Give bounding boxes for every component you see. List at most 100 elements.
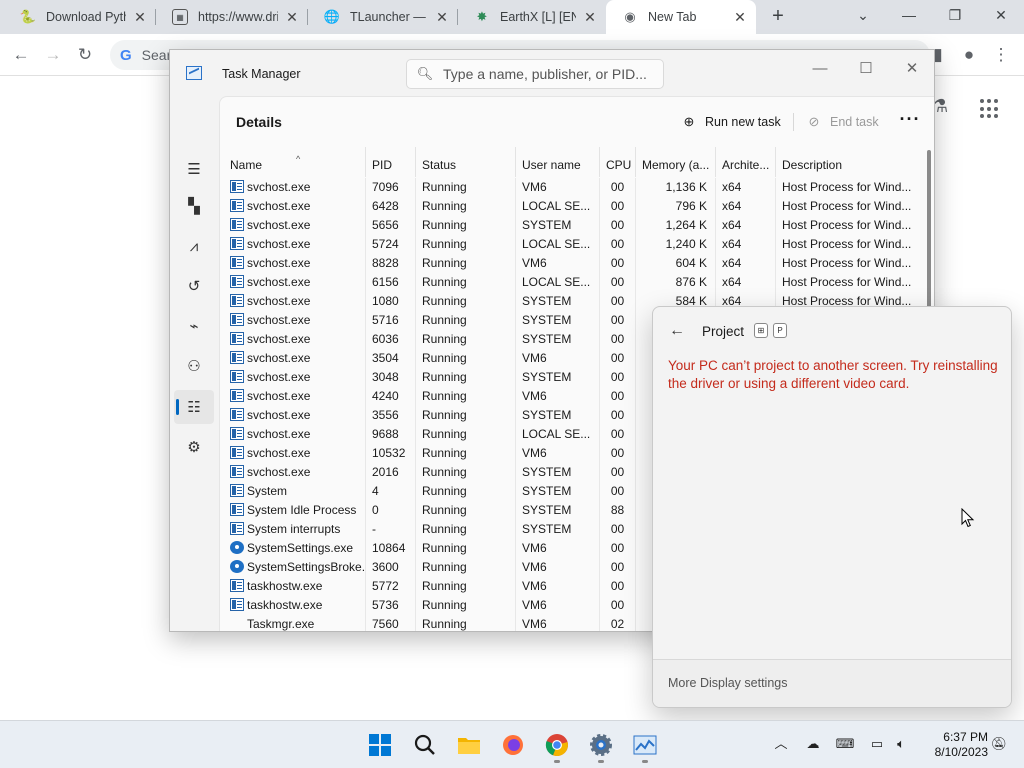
process-name: svchost.exe (224, 349, 366, 368)
close-tab-icon[interactable]: ✕ (434, 9, 450, 26)
process-cpu: 00 (600, 349, 636, 368)
column-header-memory[interactable]: Memory (a... (636, 147, 716, 177)
tm-minimize-button[interactable]: — (797, 55, 843, 83)
task-manager-taskbar-icon[interactable] (628, 729, 662, 763)
reload-button[interactable]: ↻ (72, 42, 98, 68)
table-row[interactable]: svchost.exe 5656 Running SYSTEM 00 1,264 Kx64… (220, 216, 920, 235)
search-icon[interactable] (408, 729, 442, 761)
back-arrow-icon[interactable]: ← (667, 321, 687, 341)
process-search-input[interactable] (443, 66, 653, 82)
show-hidden-icons[interactable]: ︿ (770, 733, 792, 755)
column-header-user[interactable]: User name (516, 147, 600, 177)
tm-close-button[interactable]: ✕ (889, 55, 934, 83)
column-header-description[interactable]: Description (776, 147, 920, 177)
table-row[interactable]: svchost.exe 6428 Running LOCAL SE... 00 796 K… (220, 197, 920, 216)
forward-button[interactable]: → (40, 42, 66, 68)
column-header-pid[interactable]: PID (366, 147, 416, 177)
startup-apps-icon[interactable]: ⌁ (174, 309, 214, 343)
clock[interactable]: 6:37 PM 8/10/2023 (918, 730, 988, 760)
chrome-taskbar-icon[interactable] (540, 729, 574, 763)
table-row[interactable]: svchost.exe 8828 Running VM6 00 604 Kx64 Host … (220, 254, 920, 273)
onedrive-offline-icon[interactable]: ☁ (802, 733, 824, 755)
tab-driver-site[interactable]: ▦ https://www.dri ✕ (156, 0, 308, 34)
new-tab-button[interactable]: + (766, 5, 790, 29)
close-tab-icon[interactable]: ✕ (582, 9, 598, 26)
process-status: Running (416, 482, 516, 501)
clock-time: 6:37 PM (943, 730, 988, 744)
service-process-icon (230, 237, 244, 250)
close-tab-icon[interactable]: ✕ (732, 9, 748, 26)
process-cpu: 00 (600, 558, 636, 577)
keyboard-icon[interactable]: ⌨ (834, 733, 856, 755)
tab-new-tab[interactable]: ◉ New Tab ✕ (606, 0, 756, 34)
network-icon[interactable]: ▭ (866, 733, 888, 755)
close-window-button[interactable]: ✕ (978, 0, 1024, 34)
back-button[interactable]: ← (8, 42, 34, 68)
process-description: Host Process for Wind... (782, 237, 912, 251)
service-process-icon (230, 579, 244, 592)
column-header-architecture[interactable]: Archite... (716, 147, 776, 177)
hamburger-menu-icon[interactable]: ☰ (174, 152, 214, 186)
tab-download-python[interactable]: 🐍 Download Pytho ✕ (4, 0, 156, 34)
project-error-message: Your PC can’t project to another screen.… (668, 358, 998, 391)
tab-earthx[interactable]: ✸ EarthX [L] [ENG ✕ (458, 0, 606, 34)
process-user: VM6 (516, 444, 600, 463)
close-tab-icon[interactable]: ✕ (284, 9, 300, 26)
run-task-icon: ⊕ (683, 114, 695, 129)
restore-button[interactable]: ❐ (932, 0, 978, 34)
apps-grid-icon[interactable] (980, 99, 1000, 119)
process-search[interactable]: 🔍︎ (406, 59, 664, 89)
process-pid: 3504 (366, 349, 416, 368)
tab-title: https://www.dri (198, 10, 278, 24)
column-header-name[interactable]: Name ^ (224, 147, 366, 177)
more-options-icon[interactable]: ··· (898, 109, 922, 130)
settings-taskbar-icon[interactable] (584, 729, 618, 763)
process-memory: 1,240 K (636, 235, 716, 254)
menu-icon[interactable]: ⋮ (988, 42, 1014, 68)
service-process-icon (230, 370, 244, 383)
minimize-button[interactable]: — (886, 0, 932, 34)
start-button[interactable] (363, 729, 397, 761)
volume-icon[interactable]: 🔈︎ (890, 733, 912, 755)
process-architecture: x64 (716, 216, 776, 235)
tab-search-icon[interactable]: ⌄ (840, 0, 886, 34)
notifications-icon[interactable]: 🔕︎ (988, 733, 1010, 755)
service-process-icon (230, 503, 244, 516)
labs-icon[interactable]: ⚗ (932, 96, 954, 120)
close-tab-icon[interactable]: ✕ (132, 9, 148, 26)
column-header-cpu[interactable]: CPU (600, 147, 636, 177)
process-cpu: 00 (600, 425, 636, 444)
process-pid: 5772 (366, 577, 416, 596)
tab-tlauncher[interactable]: 🌐 TLauncher — Do ✕ (308, 0, 458, 34)
table-row[interactable]: svchost.exe 7096 Running VM6 00 1,136 Kx64 Hos… (220, 178, 920, 197)
mouse-cursor-icon (961, 508, 975, 528)
services-icon[interactable]: ⚙ (174, 430, 214, 464)
details-icon[interactable]: ☷ (174, 390, 214, 424)
process-cpu: 00 (600, 596, 636, 615)
more-display-settings-link[interactable]: More Display settings (668, 676, 788, 690)
process-pid: 5716 (366, 311, 416, 330)
performance-icon[interactable]: ⩘ (174, 229, 214, 263)
app-history-icon[interactable]: ↺ (174, 269, 214, 303)
process-pid: 6156 (366, 273, 416, 292)
process-cpu: 02 (600, 615, 636, 631)
process-status: Running (416, 463, 516, 482)
users-icon[interactable]: ⚇ (174, 349, 214, 383)
tab-title: Download Pytho (46, 10, 126, 24)
file-explorer-icon[interactable] (452, 729, 486, 761)
processes-icon[interactable]: ▚ (174, 189, 214, 223)
firefox-icon[interactable] (496, 729, 530, 761)
run-new-task-button[interactable]: ⊕ Run new task (681, 111, 781, 133)
table-row[interactable]: svchost.exe 5724 Running LOCAL SE... 00 1,240… (220, 235, 920, 254)
run-new-task-label: Run new task (705, 115, 781, 129)
table-row[interactable]: svchost.exe 6156 Running LOCAL SE... 00 876 K… (220, 273, 920, 292)
process-pid: 2016 (366, 463, 416, 482)
end-task-button[interactable]: ⊘ End task (806, 111, 879, 133)
process-status: Running (416, 615, 516, 631)
project-footer: More Display settings (653, 659, 1011, 707)
profile-icon[interactable]: ● (956, 42, 982, 68)
task-manager-titlebar[interactable]: Task Manager 🔍︎ — ☐ ✕ (170, 50, 934, 96)
column-header-status[interactable]: Status (416, 147, 516, 177)
tm-maximize-button[interactable]: ☐ (843, 55, 889, 83)
process-user: SYSTEM (516, 463, 600, 482)
